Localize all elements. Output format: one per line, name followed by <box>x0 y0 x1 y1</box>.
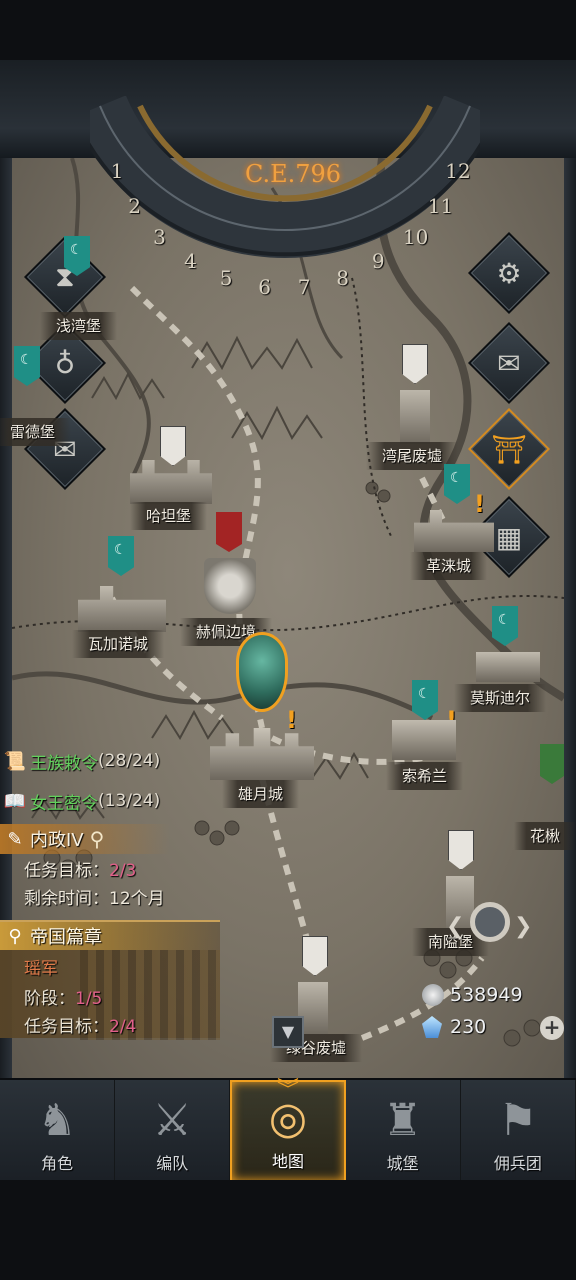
month-number: 6 <box>258 274 271 299</box>
city-hatan[interactable]: 哈坦堡 <box>130 502 208 530</box>
double-chevron-icon: ︾ <box>276 1078 299 1103</box>
edict-scroll-icon: 📜 <box>3 750 27 772</box>
nav-label: 地图 <box>271 1152 304 1171</box>
policy-goal: 任务目标：2/3 <box>24 856 136 881</box>
silver-amount: 538949 <box>450 984 523 1006</box>
city-huaqiu[interactable]: 花楸 <box>514 822 576 850</box>
city-mosidier[interactable]: 莫斯迪尔 <box>454 684 547 712</box>
alert-icon: ! <box>474 490 485 518</box>
silver-coin-icon <box>422 984 444 1006</box>
hero-marker[interactable] <box>236 632 288 712</box>
empire-stage: 阶段：1/5 <box>24 984 102 1009</box>
nav-mercenary[interactable]: ⚑ 佣兵团 <box>461 1080 576 1182</box>
month-number: 5 <box>219 266 233 291</box>
empire-stage-label: 阶段： <box>24 989 75 1009</box>
nav-label: 佣兵团 <box>493 1154 542 1173</box>
policy-time-label: 剩余时间： <box>24 889 109 909</box>
nav-label: 编队 <box>156 1154 189 1173</box>
gem-icon <box>422 1016 442 1038</box>
empire-goal: 任务目标：2/4 <box>24 1012 136 1037</box>
knight-icon: ♞ <box>37 1095 77 1146</box>
empire-chapter-title: 帝国篇章 <box>30 927 102 948</box>
gem-resource: 230 <box>422 1016 486 1038</box>
town-mosidier[interactable] <box>476 652 540 682</box>
system-nav-bar <box>0 1180 576 1280</box>
treasure-bag-icon: ♁ <box>54 346 76 380</box>
month-number: 2 <box>128 194 141 219</box>
empire-subtitle: 瑶军 <box>24 959 58 979</box>
nav-label: 城堡 <box>386 1154 419 1173</box>
queen-order-count: (13/24) <box>98 791 161 811</box>
crosshair-icon <box>470 902 510 942</box>
month-number: 7 <box>297 274 311 299</box>
month-number: 9 <box>371 249 385 274</box>
gem-amount: 230 <box>450 1016 487 1038</box>
status-bar <box>0 0 576 60</box>
nav-label: 角色 <box>41 1154 74 1173</box>
castle-xiongyue[interactable] <box>210 728 314 780</box>
policy-time-value: 12个月 <box>109 889 165 909</box>
month-number: 1 <box>110 158 124 183</box>
city-leide[interactable]: 雷德堡 <box>0 418 72 446</box>
nav-formation[interactable]: ⚔ 编队 <box>115 1080 231 1182</box>
policy-time: 剩余时间：12个月 <box>24 884 165 909</box>
enemy-banner <box>216 512 242 552</box>
nav-map[interactable]: ︾ ◎ 地图 <box>230 1078 346 1182</box>
empire-chapter-card[interactable]: ⚲ 帝国篇章 瑶军 阶段：1/5 任务目标：2/4 <box>0 920 220 1040</box>
policy-goal-value: 2/3 <box>109 861 137 881</box>
city-qianwan[interactable]: 浅湾堡 <box>40 312 118 340</box>
month-number: 12 <box>445 158 471 183</box>
nav-castle[interactable]: ♜ 城堡 <box>346 1080 461 1182</box>
castle-icon: ♜ <box>382 1095 423 1146</box>
top-frame <box>0 60 576 158</box>
queen-order-name: 女王密令 <box>30 793 98 814</box>
empire-goal-value: 2/4 <box>109 1017 137 1037</box>
empire-chapter-header: ⚲ 帝国篇章 <box>0 922 220 950</box>
royal-edict-name: 王族敕令 <box>30 753 98 774</box>
gate-icon: ⛩ <box>491 432 527 466</box>
border-shield[interactable] <box>204 558 256 614</box>
arrow-left-icon[interactable]: ❮ <box>446 914 464 939</box>
policy-goal-label: 任务目标： <box>24 861 109 881</box>
royal-edict-quest[interactable]: 📜 王族敕令 (28/24) <box>0 746 160 776</box>
alert-icon: ! <box>286 706 297 734</box>
arrow-right-icon[interactable]: ❯ <box>514 914 532 939</box>
city-gelai[interactable]: 革涞城 <box>410 552 488 580</box>
map-move-control[interactable]: ❮ ❯ <box>446 898 532 962</box>
search-icon[interactable]: ⚲ <box>90 827 105 851</box>
collapse-button[interactable]: ▼ <box>272 1016 304 1048</box>
month-number: 4 <box>184 249 197 274</box>
mercenary-icon: ⚑ <box>498 1095 538 1146</box>
chevron-down-icon: ▼ <box>281 1022 295 1041</box>
mail-icon: ✉ <box>497 346 521 380</box>
nav-character[interactable]: ♞ 角色 <box>0 1080 116 1182</box>
gear-icon: ⚙ <box>496 256 522 290</box>
city-wajianuo[interactable]: 瓦加诺城 <box>72 630 165 658</box>
policy-quest-header[interactable]: ✎ 内政IV ⚲ <box>0 824 170 854</box>
ruin-tower-wanwei[interactable] <box>400 390 430 444</box>
silver-resource: 538949 <box>422 984 523 1006</box>
month-number: 3 <box>153 224 166 249</box>
right-frame <box>564 158 576 1078</box>
queen-order-quest[interactable]: 📖 女王密令 (13/24) <box>0 786 160 816</box>
secret-order-icon: 📖 <box>3 790 27 812</box>
city-xiongyue[interactable]: 雄月城 <box>222 780 300 808</box>
search-icon: ⚲ <box>8 925 22 947</box>
town-suoxilan[interactable] <box>392 720 456 760</box>
city-suoxilan[interactable]: 索希兰 <box>386 762 464 790</box>
era-label: C.E.796 <box>244 160 342 188</box>
empire-stage-value: 1/5 <box>75 989 103 1009</box>
add-resource-button[interactable]: + <box>540 1016 564 1040</box>
royal-edict-count: (28/24) <box>98 751 161 771</box>
month-number: 8 <box>336 266 349 291</box>
forest-banner <box>540 744 564 784</box>
bottom-nav: ♞ 角色 ⚔ 编队 ︾ ◎ 地图 ♜ 城堡 ⚑ 佣兵团 <box>0 1078 576 1182</box>
formation-icon: ⚔ <box>152 1095 192 1146</box>
month-number: 11 <box>427 194 454 219</box>
month-number: 10 <box>402 224 429 249</box>
policy-icon: ✎ <box>7 828 23 850</box>
policy-quest-name: 内政IV <box>30 830 84 851</box>
empire-goal-label: 任务目标： <box>24 1017 109 1037</box>
